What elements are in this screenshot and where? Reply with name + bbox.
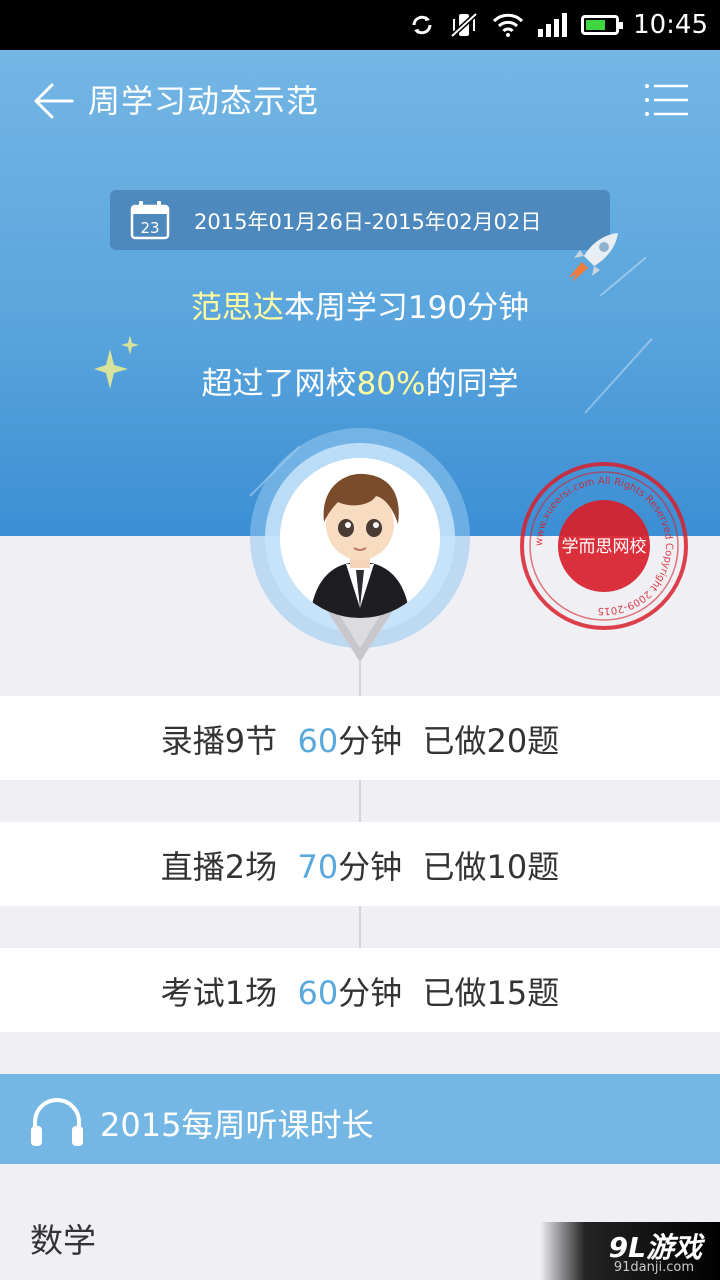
- stat-prefix: 录播9节: [160, 722, 278, 760]
- stat-done: 已做10题: [422, 848, 560, 886]
- wifi-icon: [493, 13, 524, 37]
- stat-done: 已做15题: [422, 974, 560, 1012]
- calendar-icon: 23: [130, 201, 170, 240]
- stat-row-live: 直播2场 70分钟 已做10题: [0, 822, 720, 906]
- watermark-url: 91danji.com: [613, 1260, 694, 1275]
- menu-icon[interactable]: [644, 80, 690, 120]
- stat-row-exam: 考试1场 60分钟 已做15题: [0, 948, 720, 1032]
- headphones-icon: [31, 1098, 83, 1146]
- status-time: 10:45: [633, 10, 708, 40]
- vibrate-off-icon: [450, 12, 478, 38]
- date-range-text: 2015年01月26日-2015年02月02日: [194, 210, 542, 234]
- summary-suffix: 的同学: [425, 366, 519, 402]
- stat-unit: 分钟: [338, 974, 403, 1012]
- stat-minutes-value: 60: [297, 722, 339, 760]
- summary-minutes: 本周学习190分钟: [283, 290, 530, 326]
- status-bar: 10:45: [0, 0, 720, 50]
- summary-percent: 80%: [356, 366, 426, 402]
- stamp-center-text: 学而思网校: [562, 537, 647, 557]
- sync-icon: [412, 15, 432, 35]
- weekly-listening-section-header[interactable]: 2015每周听课时长: [0, 1074, 720, 1164]
- stat-row-recorded: 录播9节 60分钟 已做20题: [0, 696, 720, 780]
- student-avatar-illustration: [280, 458, 440, 618]
- subject-label[interactable]: 数学: [30, 1214, 96, 1262]
- stat-unit: 分钟: [338, 722, 403, 760]
- date-range-pill: 23 2015年01月26日-2015年02月02日: [110, 190, 610, 250]
- stat-done: 已做20题: [422, 722, 560, 760]
- calendar-day: 23: [140, 219, 159, 237]
- stat-prefix: 考试1场: [160, 974, 278, 1012]
- stat-text: 考试1场 60分钟 已做15题: [0, 968, 720, 1014]
- stat-minutes-value: 60: [297, 974, 339, 1012]
- site-watermark: 9L游戏 91danji.com: [540, 1222, 720, 1280]
- signal-icon: [538, 13, 568, 37]
- section-title: 2015每周听课时长: [100, 1106, 374, 1144]
- stat-minutes-value: 70: [297, 848, 339, 886]
- battery-icon: [581, 15, 624, 35]
- stat-text: 录播9节 60分钟 已做20题: [0, 716, 720, 762]
- summary-line-1: 范思达本周学习190分钟: [0, 282, 720, 327]
- page-title: 周学习动态示范: [88, 82, 320, 120]
- student-name: 范思达: [190, 290, 284, 326]
- xueersi-seal-stamp: www.xueersi.com All Rights Reserved Copy…: [520, 462, 688, 630]
- back-arrow-icon[interactable]: [30, 78, 76, 124]
- sparkle-icon: [94, 335, 139, 389]
- stat-unit: 分钟: [338, 848, 403, 886]
- status-icons: 10:45: [409, 8, 708, 42]
- stat-text: 直播2场 70分钟 已做10题: [0, 842, 720, 888]
- avatar: [280, 458, 440, 618]
- summary-prefix: 超过了网校: [201, 366, 357, 402]
- rocket-icon: [568, 233, 618, 282]
- stat-prefix: 直播2场: [160, 848, 278, 886]
